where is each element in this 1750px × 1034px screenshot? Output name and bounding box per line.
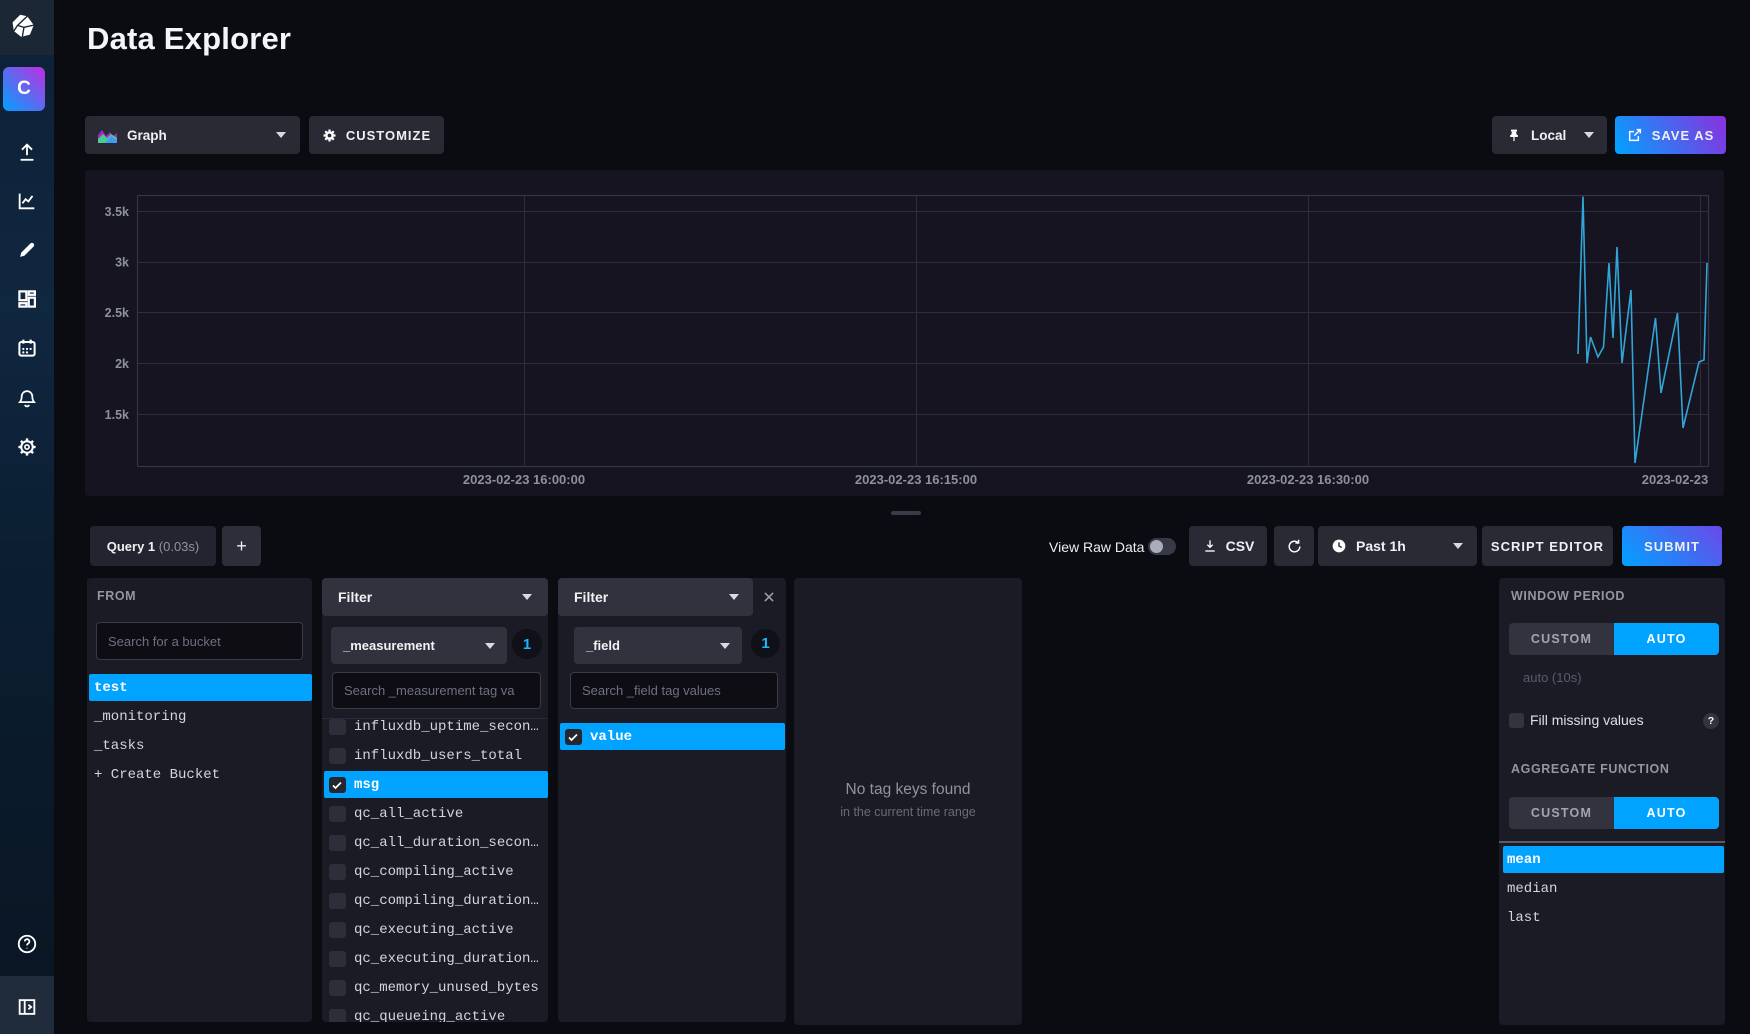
svg-text:2023-02-23 16:00:00: 2023-02-23 16:00:00 bbox=[463, 472, 585, 487]
svg-text:3.5k: 3.5k bbox=[105, 205, 129, 219]
svg-text:1.5k: 1.5k bbox=[105, 408, 129, 422]
svg-text:2023-02-23 16:15:00: 2023-02-23 16:15:00 bbox=[855, 472, 977, 487]
svg-text:2023-02-23: 2023-02-23 bbox=[1642, 472, 1709, 487]
svg-text:2k: 2k bbox=[115, 357, 129, 371]
svg-text:2.5k: 2.5k bbox=[105, 306, 129, 320]
svg-text:3k: 3k bbox=[115, 256, 129, 270]
svg-text:2023-02-23 16:30:00: 2023-02-23 16:30:00 bbox=[1247, 472, 1369, 487]
